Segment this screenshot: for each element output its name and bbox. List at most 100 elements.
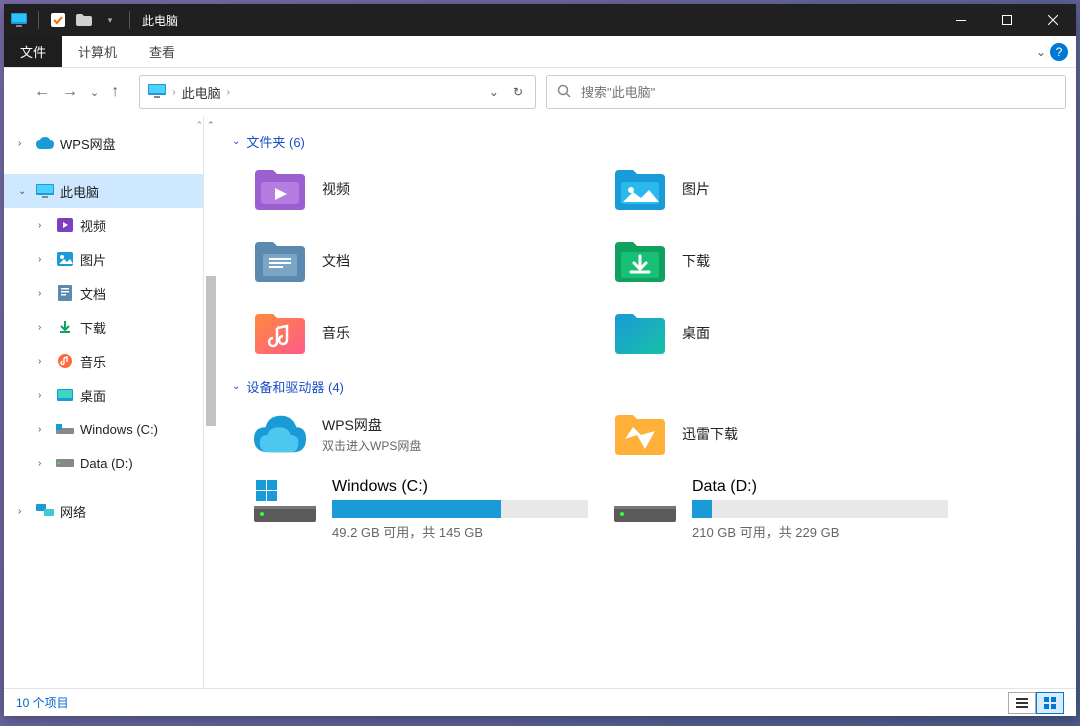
dropdown-titlebar-icon[interactable]: ▾ — [101, 11, 119, 29]
quick-access-icon[interactable] — [49, 11, 67, 29]
nav-up-button[interactable]: ↑ — [111, 83, 119, 101]
ribbon-tab-view[interactable]: 查看 — [133, 36, 191, 67]
folder-tile-videos[interactable]: 视频 — [250, 157, 590, 221]
videos-folder-icon — [254, 166, 306, 212]
maximize-button[interactable] — [984, 4, 1030, 36]
tree-label: 桌面 — [80, 386, 106, 405]
folder-tile-music[interactable]: 音乐 — [250, 301, 590, 365]
search-box[interactable] — [546, 75, 1066, 109]
address-dropdown-icon[interactable]: ⌄ — [485, 81, 503, 103]
tree-label: 此电脑 — [60, 182, 99, 201]
nav-tree: ⌃ › WPS网盘 ⌄ 此电脑 › 视频 › 图片 — [4, 116, 204, 688]
chevron-right-icon[interactable]: › — [38, 424, 50, 435]
documents-icon — [56, 284, 74, 302]
wps-cloud-icon — [254, 411, 306, 457]
scroll-thumb[interactable] — [206, 276, 216, 426]
drive-tile-c[interactable]: Windows (C:) 49.2 GB 可用，共 145 GB — [250, 474, 590, 550]
xunlei-folder-icon — [614, 411, 666, 457]
pictures-folder-icon — [614, 166, 666, 212]
tree-item-downloads[interactable]: › 下载 — [4, 310, 203, 344]
desktop-icon — [56, 386, 74, 404]
nav-back-button[interactable]: ← — [34, 83, 50, 101]
desktop-folder-icon — [614, 310, 666, 356]
tree-label: 视频 — [80, 216, 106, 235]
tile-label: 视频 — [322, 179, 350, 199]
tree-item-music[interactable]: › 音乐 — [4, 344, 203, 378]
drive-tile-d[interactable]: Data (D:) 210 GB 可用，共 229 GB — [610, 474, 950, 550]
chevron-right-icon[interactable]: › — [18, 138, 30, 149]
tree-item-d-drive[interactable]: › Data (D:) — [4, 446, 203, 480]
tree-item-this-pc[interactable]: ⌄ 此电脑 — [4, 174, 203, 208]
chevron-right-icon[interactable]: › — [38, 390, 50, 401]
folder-tile-downloads[interactable]: 下载 — [610, 229, 950, 293]
scroll-up-icon[interactable]: ⌃ — [207, 120, 215, 131]
address-bar[interactable]: › 此电脑 › ⌄ ↻ — [139, 75, 536, 109]
ribbon-collapse-icon[interactable]: ⌄ — [1036, 45, 1046, 59]
crumb-sep[interactable]: › — [227, 87, 230, 98]
tree-label: 音乐 — [80, 352, 106, 371]
tree-label: 下载 — [80, 318, 106, 337]
chevron-down-icon[interactable]: ⌄ — [18, 186, 30, 197]
tree-item-documents[interactable]: › 文档 — [4, 276, 203, 310]
chevron-right-icon[interactable]: › — [38, 322, 50, 333]
tree-item-pictures[interactable]: › 图片 — [4, 242, 203, 276]
tile-label: WPS网盘 — [322, 415, 421, 435]
tree-label: Data (D:) — [80, 456, 133, 471]
tree-item-wps[interactable]: › WPS网盘 — [4, 126, 203, 160]
tree-item-desktop[interactable]: › 桌面 — [4, 378, 203, 412]
tree-item-videos[interactable]: › 视频 — [4, 208, 203, 242]
folder-tile-desktop[interactable]: 桌面 — [610, 301, 950, 365]
tile-label: 下载 — [682, 251, 710, 271]
tree-item-c-drive[interactable]: › Windows (C:) — [4, 412, 203, 446]
pictures-icon — [56, 250, 74, 268]
chevron-right-icon[interactable]: › — [38, 356, 50, 367]
chevron-right-icon[interactable]: › — [38, 254, 50, 265]
ribbon: 文件 计算机 查看 ⌄ ? — [4, 36, 1076, 68]
window-title: 此电脑 — [142, 12, 178, 29]
group-label: 设备和驱动器 (4) — [246, 377, 344, 396]
this-pc-addr-icon — [148, 84, 166, 101]
tree-item-network[interactable]: › 网络 — [4, 494, 203, 528]
device-tile-xunlei[interactable]: 迅雷下载 — [610, 402, 950, 466]
tree-label: WPS网盘 — [60, 134, 116, 153]
music-folder-icon — [254, 310, 306, 356]
ribbon-tab-computer[interactable]: 计算机 — [62, 36, 133, 67]
breadcrumb-root[interactable]: 此电脑 — [182, 83, 221, 102]
crumb-sep[interactable]: › — [172, 87, 175, 98]
content-scrollbar[interactable]: ⌃ — [204, 116, 218, 688]
folder-titlebar-icon[interactable] — [75, 11, 93, 29]
drive-icon — [614, 478, 676, 524]
chevron-right-icon[interactable]: › — [18, 506, 30, 517]
group-header-devices[interactable]: ⌄ 设备和驱动器 (4) — [232, 377, 1066, 396]
group-header-folders[interactable]: ⌄ 文件夹 (6) — [232, 132, 1066, 151]
separator — [38, 11, 39, 29]
ribbon-tab-file[interactable]: 文件 — [4, 36, 62, 67]
view-details-button[interactable] — [1008, 692, 1036, 714]
drive-subtitle: 210 GB 可用，共 229 GB — [692, 522, 948, 541]
nav-forward-button[interactable]: → — [62, 83, 78, 101]
status-item-count: 10 个项目 — [16, 694, 69, 711]
folder-tile-pictures[interactable]: 图片 — [610, 157, 950, 221]
separator — [129, 11, 130, 29]
help-button[interactable]: ? — [1050, 43, 1068, 61]
sidebar-scroll-up-icon[interactable]: ⌃ — [195, 120, 203, 131]
tile-subtitle: 双击进入WPS网盘 — [322, 437, 421, 454]
windows-drive-icon — [254, 478, 316, 524]
chevron-right-icon[interactable]: › — [38, 458, 50, 469]
nav-history-dropdown[interactable]: ⌄ — [90, 86, 99, 99]
close-button[interactable] — [1030, 4, 1076, 36]
explorer-window: ▾ 此电脑 文件 计算机 查看 ⌄ ? ← → ⌄ ↑ › — [4, 4, 1076, 716]
tile-label: 文档 — [322, 251, 350, 271]
drive-usage-bar — [692, 500, 948, 518]
refresh-button[interactable]: ↻ — [509, 81, 527, 103]
view-tiles-button[interactable] — [1036, 692, 1064, 714]
music-icon — [56, 352, 74, 370]
chevron-right-icon[interactable]: › — [38, 220, 50, 231]
minimize-button[interactable] — [938, 4, 984, 36]
drive-icon — [56, 454, 74, 472]
chevron-right-icon[interactable]: › — [38, 288, 50, 299]
search-input[interactable] — [581, 85, 1055, 100]
folder-tile-documents[interactable]: 文档 — [250, 229, 590, 293]
device-tile-wps[interactable]: WPS网盘 双击进入WPS网盘 — [250, 402, 590, 466]
group-label: 文件夹 (6) — [246, 132, 305, 151]
